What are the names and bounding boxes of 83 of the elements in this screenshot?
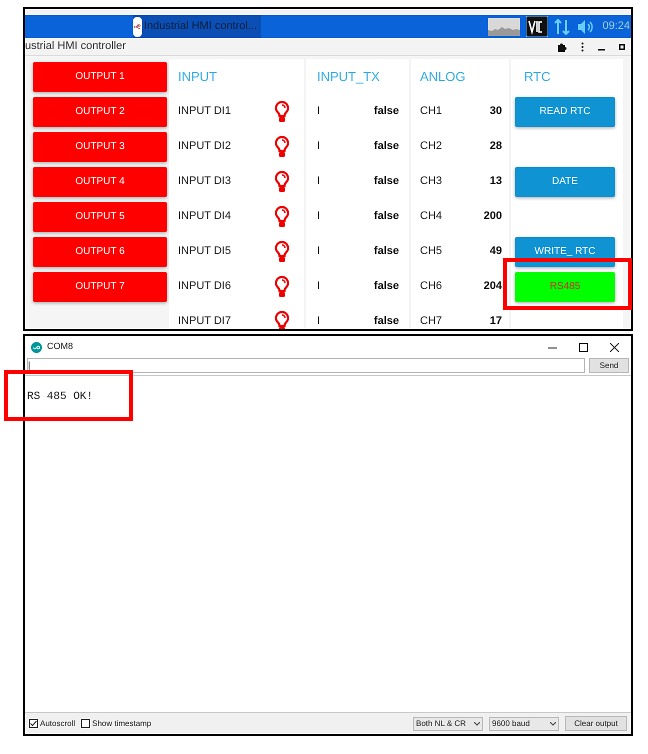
tx-label: I: [317, 314, 320, 329]
lightbulb-icon: [274, 274, 290, 298]
channel-value: 204: [484, 279, 502, 294]
cpu-graph-icon: [488, 18, 520, 36]
channel-label: CH2: [420, 139, 442, 154]
lightbulb-icon: [274, 170, 290, 194]
rtc-button[interactable]: READ RTC: [515, 96, 615, 126]
checkbox-label: Autoscroll: [40, 718, 76, 730]
checkbox-label: Show timestamp: [92, 718, 152, 730]
taskbar-app-button[interactable]: Industrial HMI control...: [133, 15, 261, 38]
maximize-icon[interactable]: [579, 342, 588, 352]
chevron-icon: [550, 722, 556, 726]
output-button[interactable]: OUTPUT 2: [33, 96, 167, 126]
vnc-icon[interactable]: [526, 16, 548, 37]
input-label: INPUT DI5: [178, 244, 231, 260]
line-ending-select[interactable]: Both NL & CR: [413, 716, 483, 730]
column-heading: RTC: [523, 68, 550, 86]
chevron-icon: [474, 722, 480, 726]
tx-value: false: [374, 314, 399, 329]
channel-label: CH7: [420, 314, 442, 329]
input-label: INPUT DI6: [178, 279, 231, 294]
taskbar-app-title: Industrial HMI control...: [144, 19, 257, 34]
column-heading: ANLOG: [420, 68, 466, 86]
checkbox[interactable]: [29, 719, 38, 728]
checkbox[interactable]: [81, 719, 90, 728]
output-button[interactable]: OUTPUT 4: [33, 166, 167, 196]
output-button[interactable]: OUTPUT 5: [33, 202, 167, 232]
output-button[interactable]: OUTPUT 7: [33, 272, 167, 302]
more-icon[interactable]: [581, 42, 584, 52]
window-title: ustrial HMI controller: [25, 39, 126, 54]
app-icon: [31, 342, 42, 352]
channel-value: 17: [490, 314, 502, 329]
rtc-button[interactable]: DATE: [515, 166, 615, 196]
input-label: INPUT DI7: [178, 314, 231, 329]
input-field[interactable]: |: [27, 358, 585, 373]
input-label: INPUT DI4: [178, 209, 231, 224]
tx-label: I: [317, 139, 320, 154]
send-button[interactable]: Send: [589, 358, 629, 373]
channel-value: 49: [490, 244, 502, 260]
lightbulb-icon: [274, 310, 290, 329]
channel-value: 28: [490, 139, 502, 154]
tx-value: false: [374, 104, 399, 120]
rtc-button[interactable]: RS485: [515, 272, 615, 302]
clear-output-button[interactable]: Clear output: [565, 716, 627, 731]
channel-label: CH3: [420, 174, 442, 190]
output-button[interactable]: OUTPUT 3: [33, 132, 167, 162]
lightbulb-icon: [274, 240, 290, 264]
window-title: COM8: [47, 340, 74, 354]
channel-label: CH6: [420, 279, 442, 294]
clock: 09:24: [602, 19, 631, 34]
maximize-icon[interactable]: [619, 44, 625, 50]
column-heading: INPUT: [178, 68, 217, 86]
tx-label: I: [317, 279, 320, 294]
input-label: INPUT DI1: [178, 104, 231, 120]
lightbulb-icon: [274, 134, 290, 158]
serial-output: RS 485 OK!: [27, 391, 94, 403]
lightbulb-icon: [274, 100, 290, 124]
tx-label: I: [317, 174, 320, 190]
network-icon[interactable]: [554, 18, 570, 36]
puzzle-icon[interactable]: [557, 42, 567, 52]
output-button[interactable]: OUTPUT 1: [33, 62, 167, 92]
tx-label: I: [317, 104, 320, 120]
input-label: INPUT DI3: [178, 174, 231, 190]
tx-value: false: [374, 209, 399, 224]
tx-label: I: [317, 209, 320, 224]
baud-select[interactable]: 9600 baud: [489, 716, 559, 730]
tx-label: I: [317, 244, 320, 260]
check-icon: [30, 720, 37, 727]
output-button[interactable]: OUTPUT 6: [33, 236, 167, 266]
close-icon[interactable]: [610, 342, 619, 352]
channel-label: CH5: [420, 244, 442, 260]
lightbulb-icon: [274, 204, 290, 228]
channel-value: 13: [490, 174, 502, 190]
channel-value: 30: [490, 104, 502, 120]
tx-value: false: [374, 279, 399, 294]
tx-value: false: [374, 139, 399, 154]
tx-value: false: [374, 174, 399, 190]
input-label: INPUT DI2: [178, 139, 231, 154]
column-heading: INPUT_TX: [317, 68, 380, 86]
channel-label: CH1: [420, 104, 442, 120]
channel-label: CH4: [420, 209, 442, 224]
channel-value: 200: [484, 209, 502, 224]
tx-value: false: [374, 244, 399, 260]
